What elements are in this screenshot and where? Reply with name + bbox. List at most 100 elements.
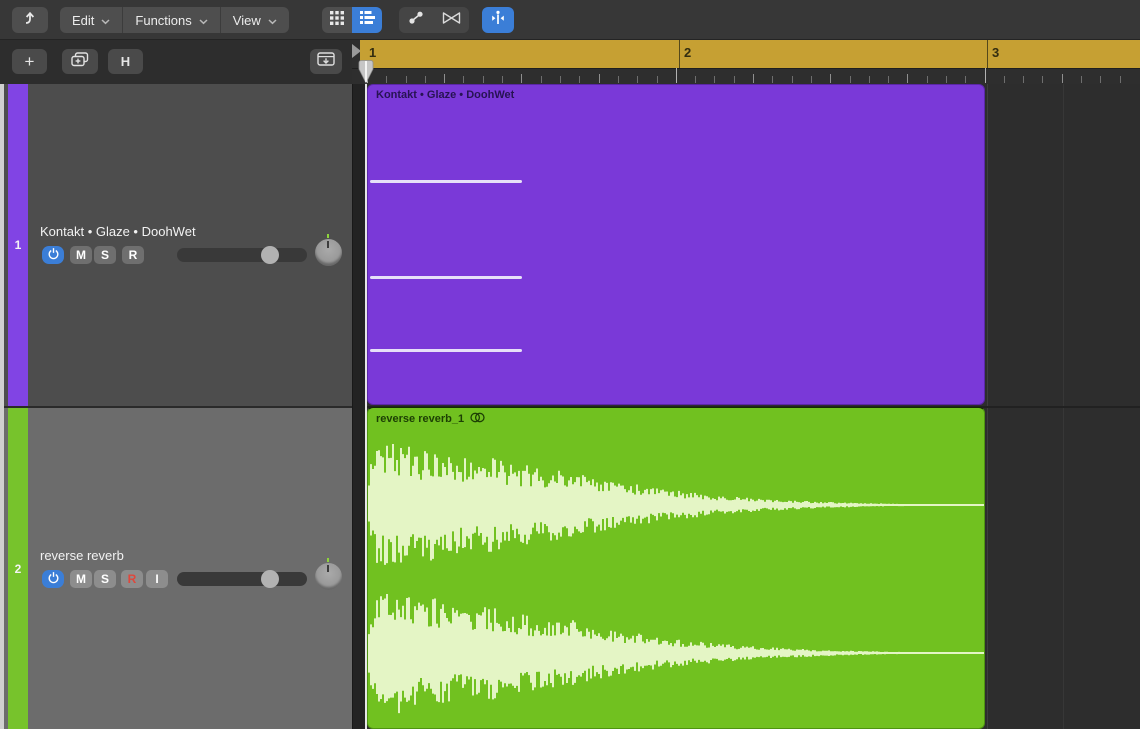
ruler-tick [811, 76, 812, 83]
ruler-tick [985, 68, 986, 83]
menu-view[interactable]: View [221, 7, 289, 33]
power-icon [47, 247, 60, 263]
ruler-tick [907, 74, 908, 83]
ruler-tick [869, 76, 870, 83]
ruler-tick [637, 76, 638, 83]
input-monitor-button[interactable]: I [146, 570, 168, 588]
ruler-tick [792, 76, 793, 83]
duplicate-track-button[interactable] [62, 49, 98, 74]
bar-number: 2 [684, 45, 691, 60]
chevron-down-icon [101, 13, 110, 28]
region-label: Kontakt • Glaze • DoohWet [376, 89, 514, 101]
tracks-main-area: 1 Kontakt • Glaze • DoohWet M S R [0, 84, 1140, 729]
volume-slider-handle[interactable] [261, 570, 279, 588]
crossfade-button[interactable] [433, 7, 469, 33]
ruler-tick [560, 76, 561, 83]
duplicate-track-icon [71, 52, 89, 72]
solo-button[interactable]: S [94, 246, 116, 264]
ruler-tick [946, 76, 947, 83]
stereo-waveform [368, 408, 985, 729]
menu-edit-label: Edit [72, 13, 94, 28]
track-list-icon [360, 11, 375, 29]
playhead-handle[interactable] [357, 60, 375, 89]
ruler-tick [714, 76, 715, 83]
region-label-text: reverse reverb_1 [376, 413, 464, 425]
track-header-1[interactable]: 1 Kontakt • Glaze • DoohWet M S R [0, 84, 352, 406]
mute-button[interactable]: M [70, 570, 92, 588]
ruler-tick [676, 68, 677, 83]
track-color-strip[interactable]: 1 [8, 84, 28, 406]
record-button[interactable]: R [121, 570, 143, 588]
track-name[interactable]: reverse reverb [40, 548, 124, 563]
solo-button[interactable]: S [94, 570, 116, 588]
automation-icon [408, 10, 424, 30]
automation-button[interactable] [399, 7, 433, 33]
menu-edit[interactable]: Edit [60, 7, 123, 33]
toolbar: Edit Functions View [0, 0, 1140, 40]
ruler-tick [1023, 76, 1024, 83]
bar-number: 1 [369, 45, 376, 60]
bar-ruler[interactable]: 1 2 3 [352, 40, 1140, 84]
midi-note [370, 349, 522, 352]
catch-playhead-button[interactable] [482, 7, 514, 33]
stereo-icon [470, 412, 485, 426]
track-header-2[interactable]: 2 reverse reverb M S R I [0, 408, 352, 729]
record-button[interactable]: R [122, 246, 144, 264]
add-track-button[interactable]: + [12, 49, 47, 74]
midi-region[interactable]: Kontakt • Glaze • DoohWet [367, 84, 985, 405]
cycle-range[interactable]: 1 2 3 [360, 40, 1140, 68]
move-up-button[interactable] [12, 7, 48, 33]
ruler-tick [1120, 76, 1121, 83]
ruler-tick [483, 76, 484, 83]
pan-knob[interactable] [315, 563, 342, 590]
ruler-tick [463, 76, 464, 83]
ruler-tick [772, 76, 773, 83]
menu-functions[interactable]: Functions [123, 7, 220, 33]
ruler-tick [850, 76, 851, 83]
logic-pro-window: Edit Functions View [0, 0, 1140, 729]
track-name[interactable]: Kontakt • Glaze • DoohWet [40, 224, 196, 239]
ruler-tick [541, 76, 542, 83]
ruler-tick [1004, 76, 1005, 83]
ruler-tick [502, 76, 503, 83]
grid-icon [330, 11, 344, 30]
region-label: reverse reverb_1 [376, 412, 485, 426]
volume-slider-handle[interactable] [261, 246, 279, 264]
ruler-tick [386, 76, 387, 83]
plus-icon: + [25, 52, 35, 72]
menu-functions-label: Functions [135, 13, 191, 28]
ruler-tick [927, 76, 928, 83]
track-bar-and-ruler: + H 1 2 3 [0, 40, 1140, 84]
list-view-button[interactable] [352, 7, 382, 33]
ruler-tick [657, 76, 658, 83]
view-mode-switch [322, 7, 382, 33]
playhead-line[interactable] [365, 84, 367, 729]
grid-view-button[interactable] [322, 7, 352, 33]
track-color-strip[interactable]: 2 [8, 408, 28, 729]
track-on-off-button[interactable] [42, 246, 64, 264]
crossfade-icon [442, 11, 461, 30]
track-on-off-button[interactable] [42, 570, 64, 588]
pan-knob[interactable] [315, 239, 342, 266]
ruler-tick [695, 76, 696, 83]
track-lane-area[interactable]: Kontakt • Glaze • DoohWet reverse reverb… [365, 84, 1140, 729]
midi-note [370, 276, 522, 279]
ruler-tick [830, 74, 831, 83]
track-header-config-button[interactable] [310, 49, 342, 74]
audio-region[interactable]: reverse reverb_1 [367, 407, 985, 729]
menu-view-label: View [233, 13, 261, 28]
hide-tracks-label: H [121, 54, 130, 69]
track-number: 2 [15, 562, 22, 576]
mute-button[interactable]: M [70, 246, 92, 264]
up-arrow-icon [22, 10, 38, 31]
ruler-tick [753, 74, 754, 83]
hide-tracks-button[interactable]: H [108, 49, 143, 74]
bar-number: 3 [992, 45, 999, 60]
track-headers: 1 Kontakt • Glaze • DoohWet M S R [0, 84, 352, 729]
volume-slider[interactable] [177, 248, 307, 262]
ruler-tick [444, 74, 445, 83]
ruler-tick [425, 76, 426, 83]
ruler-tick [1062, 74, 1063, 83]
local-menu-bar: Edit Functions View [60, 7, 289, 33]
volume-slider[interactable] [177, 572, 307, 586]
